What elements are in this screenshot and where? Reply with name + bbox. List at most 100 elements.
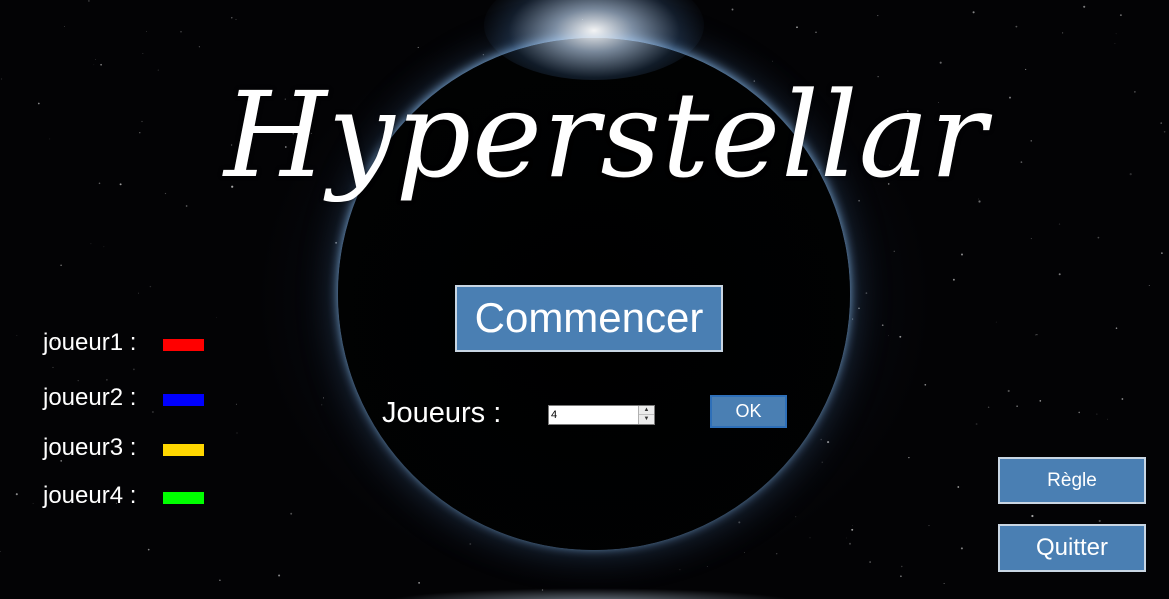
star — [151, 410, 154, 414]
star — [899, 335, 902, 338]
star — [98, 182, 101, 185]
star — [418, 582, 420, 584]
players-count-input[interactable] — [549, 406, 639, 424]
star — [888, 335, 889, 337]
star — [952, 278, 955, 281]
star — [37, 102, 40, 105]
star — [1161, 252, 1163, 254]
star — [236, 432, 238, 434]
star — [901, 565, 903, 568]
star — [147, 548, 150, 551]
star — [1148, 284, 1150, 287]
star — [0, 550, 1, 553]
star — [731, 8, 734, 11]
star — [846, 537, 847, 539]
star — [796, 26, 798, 29]
star — [995, 321, 997, 323]
star — [1015, 25, 1018, 28]
star — [1030, 238, 1032, 240]
star — [231, 17, 233, 19]
star — [1036, 334, 1038, 336]
star — [157, 69, 159, 71]
star — [60, 264, 62, 267]
players-count-stepper[interactable]: ▲ ▼ — [548, 405, 655, 425]
player-1-label: joueur1 : — [43, 329, 137, 356]
star — [775, 552, 778, 555]
star — [849, 542, 851, 545]
star — [877, 15, 879, 17]
star — [139, 132, 141, 134]
rules-button[interactable]: Règle — [998, 457, 1146, 504]
star — [1134, 91, 1136, 93]
ok-button[interactable]: OK — [710, 395, 787, 428]
star — [323, 397, 324, 399]
star — [235, 18, 237, 20]
star — [815, 31, 817, 34]
player-1-color-swatch — [163, 339, 204, 351]
star — [851, 528, 854, 531]
star — [1121, 398, 1124, 400]
game-menu-screen: Hyperstellar Commencer Joueurs : ▲ ▼ OK … — [0, 0, 1169, 599]
star — [1039, 400, 1042, 402]
star — [141, 120, 143, 123]
star — [928, 525, 930, 527]
star — [679, 569, 681, 571]
star — [90, 243, 92, 245]
star — [809, 537, 811, 539]
star — [100, 63, 102, 66]
star — [744, 551, 745, 553]
player-2-label: joueur2 : — [43, 384, 137, 411]
star — [943, 583, 945, 585]
star — [1034, 334, 1036, 336]
player-3-color-swatch — [163, 444, 204, 456]
star — [1007, 389, 1010, 393]
star — [235, 403, 237, 405]
star — [1098, 519, 1101, 523]
star — [1031, 514, 1034, 518]
star — [216, 317, 217, 318]
star — [1025, 68, 1027, 70]
star — [290, 512, 293, 515]
star — [149, 285, 152, 288]
star — [146, 31, 147, 32]
star — [893, 250, 895, 252]
star — [1106, 418, 1108, 420]
star — [869, 561, 871, 563]
star — [32, 503, 34, 504]
star — [278, 574, 281, 577]
spin-up-arrow-icon[interactable]: ▲ — [639, 406, 654, 415]
star — [1114, 43, 1116, 44]
star — [1083, 5, 1086, 8]
star — [15, 493, 18, 496]
star — [821, 461, 823, 463]
spin-down-arrow-icon[interactable]: ▼ — [639, 415, 654, 424]
star — [957, 486, 960, 488]
star — [924, 383, 927, 386]
star — [321, 404, 323, 406]
start-button[interactable]: Commencer — [455, 285, 723, 352]
star — [16, 335, 18, 336]
star — [180, 31, 182, 33]
star — [972, 11, 975, 14]
star — [63, 26, 65, 27]
star — [1129, 173, 1132, 176]
star — [164, 192, 167, 195]
player-4-label: joueur4 : — [43, 482, 137, 509]
star — [1062, 32, 1064, 34]
star — [138, 292, 139, 294]
star — [1097, 236, 1100, 239]
star — [417, 46, 419, 48]
quit-button[interactable]: Quitter — [998, 524, 1146, 572]
star — [908, 456, 910, 459]
star — [961, 253, 963, 256]
star — [106, 379, 108, 381]
star — [1016, 405, 1018, 407]
star — [103, 246, 105, 248]
star — [142, 53, 144, 54]
players-count-label: Joueurs : — [382, 397, 502, 429]
star — [52, 366, 54, 368]
star — [77, 379, 79, 382]
star — [852, 525, 853, 527]
star — [1115, 33, 1117, 35]
star — [133, 368, 135, 371]
